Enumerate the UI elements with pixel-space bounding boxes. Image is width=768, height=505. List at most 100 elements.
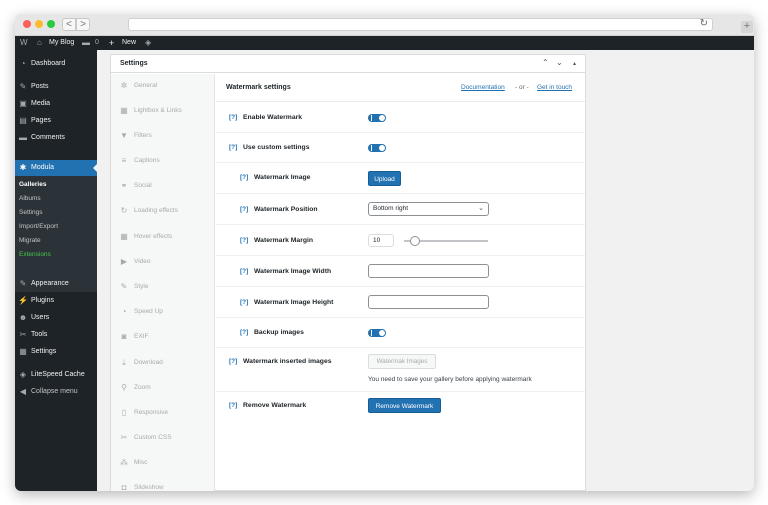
toggle-panel-icon[interactable]: ▴	[573, 60, 576, 67]
tab-filters[interactable]: ▼ Filters	[111, 124, 215, 149]
tab-responsive[interactable]: ▯ Responsive	[111, 401, 215, 426]
sidebar-item-litespeed-cache[interactable]: ◈ LiteSpeed Cache	[15, 367, 97, 383]
settings-panel: Settings ⌃ ⌄ ▴ ✲ General ▦ Lightbox & Link…	[110, 54, 586, 491]
margin-slider-handle[interactable]	[410, 236, 420, 246]
tools-icon: ✂	[19, 330, 27, 339]
new-content-link[interactable]: New	[122, 36, 136, 50]
tab-loading-effects[interactable]: ↻ Loading effects	[111, 199, 215, 224]
or-separator: - or -	[515, 84, 529, 91]
tab-custom-css[interactable]: ✂ Custom CSS	[111, 426, 215, 451]
setting-label: Use custom settings	[243, 144, 310, 151]
help-link[interactable]: [?]	[240, 237, 248, 244]
help-link[interactable]: [?]	[229, 114, 237, 121]
tab-video[interactable]: ▶ Video	[111, 250, 215, 275]
submenu-item-migrate[interactable]: Migrate	[19, 237, 41, 244]
hover-effects-icon: ▦	[120, 232, 128, 241]
setting-row-image-height: [?] Watermark Image Height	[216, 287, 585, 318]
address-bar[interactable]: ↻	[128, 18, 713, 31]
tab-label: Custom CSS	[134, 434, 172, 441]
tab-captions[interactable]: ≡ Captions	[111, 149, 215, 174]
submenu-item-settings[interactable]: Settings	[19, 209, 43, 216]
help-link[interactable]: [?]	[229, 402, 237, 409]
submenu-item-import-export[interactable]: Import/Export	[19, 223, 58, 230]
wp-admin-bar: W ⌂ My Blog ▬ 0 + New ◈	[15, 36, 754, 50]
help-link[interactable]: [?]	[240, 268, 248, 275]
sidebar-item-dashboard[interactable]: ◔ Dashboard	[15, 56, 97, 72]
collapse-icon: ◀	[19, 387, 27, 396]
tab-label: Speed Up	[134, 308, 163, 315]
custom-settings-toggle[interactable]	[368, 144, 386, 152]
submenu-item-albums[interactable]: Albums	[19, 195, 41, 202]
help-link[interactable]: [?]	[240, 206, 248, 213]
tab-zoom[interactable]: ⚲ Zoom	[111, 376, 215, 401]
zoom-window-button[interactable]	[47, 20, 55, 28]
browser-toolbar: < > ↻ +	[15, 14, 754, 36]
move-down-icon[interactable]: ⌄	[556, 58, 563, 67]
tab-speed-up[interactable]: ◔ Speed Up	[111, 300, 215, 325]
misc-icon: ⁂	[120, 458, 128, 467]
submenu-item-galleries[interactable]: Galleries	[19, 181, 46, 188]
tab-label: Captions	[134, 157, 160, 164]
tab-general[interactable]: ✲ General	[111, 74, 215, 99]
site-name-link[interactable]: My Blog	[49, 36, 74, 50]
minimize-window-button[interactable]	[35, 20, 43, 28]
backup-images-toggle[interactable]	[368, 329, 386, 337]
tab-hover-effects[interactable]: ▦ Hover effects	[111, 225, 215, 250]
tab-lightbox-links[interactable]: ▦ Lightbox & Links	[111, 99, 215, 124]
help-link[interactable]: [?]	[240, 299, 248, 306]
enable-watermark-toggle[interactable]	[368, 114, 386, 122]
sidebar-item-modula[interactable]: ✱ Modula	[15, 160, 97, 176]
tab-slideshow[interactable]: ◘ Slideshow	[111, 476, 215, 491]
reload-icon[interactable]: ↻	[700, 18, 708, 29]
tab-label: Loading effects	[134, 207, 178, 214]
image-height-input[interactable]	[368, 295, 489, 309]
filter-icon: ▼	[120, 131, 128, 140]
upload-button[interactable]: Upload	[368, 171, 401, 186]
home-icon[interactable]: ⌂	[37, 36, 42, 50]
collapse-menu-button[interactable]: ◀ Collapse menu	[15, 384, 97, 400]
sidebar-item-pages[interactable]: ▤ Pages	[15, 113, 97, 129]
sidebar-item-settings[interactable]: ▦ Settings	[15, 344, 97, 360]
sidebar-item-label: Pages	[31, 117, 51, 124]
sidebar-item-users[interactable]: ☻ Users	[15, 310, 97, 326]
tab-misc[interactable]: ⁂ Misc	[111, 451, 215, 476]
remove-watermark-button[interactable]: Remove Watermark	[368, 398, 441, 413]
submenu-item-extensions[interactable]: Extensions	[19, 251, 51, 258]
sidebar-item-tools[interactable]: ✂ Tools	[15, 327, 97, 343]
documentation-link[interactable]: Documentation	[461, 84, 505, 91]
image-width-input[interactable]	[368, 264, 489, 278]
new-tab-button[interactable]: +	[741, 21, 753, 33]
plus-icon[interactable]: +	[109, 36, 114, 50]
tab-exif[interactable]: ◙ EXIF	[111, 325, 215, 350]
sidebar-item-plugins[interactable]: ⚡ Plugins	[15, 293, 97, 309]
comments-count[interactable]: 0	[95, 36, 99, 50]
sidebar-item-label: Posts	[31, 83, 49, 90]
download-icon: ⤓	[122, 358, 126, 367]
help-link[interactable]: [?]	[240, 329, 248, 336]
chevron-down-icon: ⌄	[478, 205, 484, 212]
help-link[interactable]: [?]	[240, 174, 248, 181]
setting-row-watermark-image: [?] Watermark Image Upload	[216, 163, 585, 194]
margin-number-input[interactable]: 10	[368, 234, 394, 247]
tab-social[interactable]: ⚭ Social	[111, 174, 215, 199]
close-window-button[interactable]	[23, 20, 31, 28]
wordpress-logo-icon[interactable]: W	[20, 36, 28, 50]
sidebar-item-media[interactable]: ▣ Media	[15, 96, 97, 112]
help-link[interactable]: [?]	[229, 144, 237, 151]
sidebar-item-appearance[interactable]: ✎ Appearance	[15, 276, 97, 292]
tab-style[interactable]: ✎ Style	[111, 275, 215, 300]
forward-button[interactable]: >	[76, 18, 90, 31]
tab-download[interactable]: ⤓ Download	[111, 351, 215, 376]
settings-tabs: ✲ General ▦ Lightbox & Links ▼ Filters ≡ Cap…	[111, 74, 215, 491]
diamond-icon[interactable]: ◈	[145, 36, 151, 50]
get-in-touch-link[interactable]: Get in touch	[537, 84, 572, 91]
sidebar-item-comments[interactable]: ▬ Comments	[15, 130, 97, 146]
comment-bubble-icon[interactable]: ▬	[82, 36, 90, 50]
section-header: Watermark settings Documentation - or - …	[216, 74, 585, 102]
watermark-position-select[interactable]: Bottom right ⌄	[368, 202, 489, 216]
move-up-icon[interactable]: ⌃	[542, 58, 549, 67]
sidebar-item-posts[interactable]: ✎ Posts	[15, 79, 97, 95]
watermark-images-button[interactable]: Watermak Images	[368, 354, 436, 369]
help-link[interactable]: [?]	[229, 358, 237, 365]
back-button[interactable]: <	[62, 18, 76, 31]
